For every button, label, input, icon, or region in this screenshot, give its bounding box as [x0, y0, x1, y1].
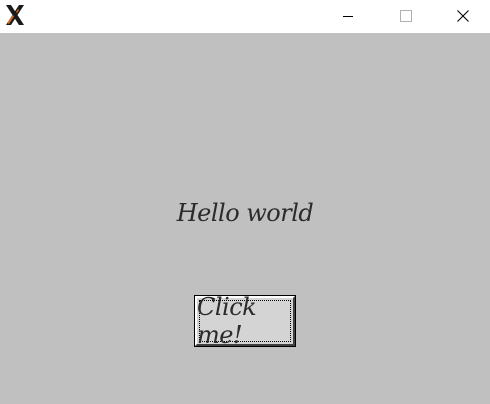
- maximize-icon: [400, 7, 412, 26]
- close-icon: [456, 7, 469, 26]
- app-window: Hello world Click me!: [0, 0, 490, 404]
- click-me-button-label: Click me!: [197, 293, 257, 349]
- minimize-button[interactable]: [319, 0, 377, 33]
- maximize-button[interactable]: [377, 0, 435, 33]
- close-button[interactable]: [435, 0, 490, 33]
- hello-label: Hello world: [176, 199, 314, 227]
- minimize-icon: [342, 7, 354, 26]
- click-me-button[interactable]: Click me!: [194, 293, 296, 349]
- client-area: Hello world Click me!: [0, 33, 490, 404]
- x11-logo-icon: [4, 3, 26, 27]
- title-bar[interactable]: [0, 0, 490, 33]
